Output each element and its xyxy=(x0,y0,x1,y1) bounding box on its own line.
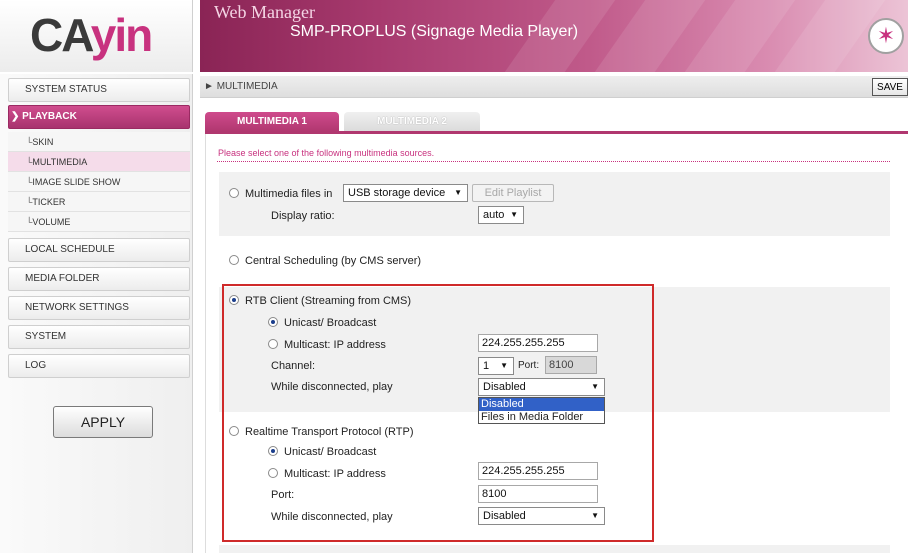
breadcrumb: ► MULTIMEDIA xyxy=(204,81,278,92)
radio-central-scheduling[interactable] xyxy=(229,255,239,265)
nav-media-folder[interactable]: MEDIA FOLDER xyxy=(8,267,190,291)
subnav-image-slide-show[interactable]: └IMAGE SLIDE SHOW xyxy=(8,172,190,192)
tab-multimedia-2[interactable]: MULTIMEDIA 2 xyxy=(344,112,480,132)
rtb-port-label: Port: xyxy=(518,360,540,371)
radio-rtp-multicast[interactable] xyxy=(268,468,278,478)
radio-rtb-multicast[interactable] xyxy=(268,339,278,349)
radio-rtb-unicast[interactable] xyxy=(268,317,278,327)
dropdown-option-disabled[interactable]: Disabled xyxy=(479,398,604,411)
nav-playback[interactable]: ❯ PLAYBACK xyxy=(8,105,190,129)
instruction-text: Please select one of the following multi… xyxy=(218,148,435,158)
rtb-multicast-option[interactable]: Multicast: IP address xyxy=(268,339,386,351)
nav-local-schedule[interactable]: LOCAL SCHEDULE xyxy=(8,238,190,262)
rtp-disconnected-select[interactable]: Disabled ▼ xyxy=(478,507,605,525)
rtb-ip-field[interactable]: 224.255.255.255 xyxy=(478,334,598,352)
nav-system[interactable]: SYSTEM xyxy=(8,325,190,349)
rtb-unicast-option[interactable]: Unicast/ Broadcast xyxy=(268,317,376,329)
wizard-wand-icon[interactable]: ✶ xyxy=(868,18,904,54)
rtp-option[interactable]: Realtime Transport Protocol (RTP) xyxy=(229,426,414,438)
radio-rtb-client[interactable] xyxy=(229,295,239,305)
rtb-disconnected-select[interactable]: Disabled ▼ xyxy=(478,378,605,396)
edit-playlist-button[interactable]: Edit Playlist xyxy=(472,184,554,202)
divider xyxy=(217,161,890,162)
rtb-disconnected-dropdown-list: Disabled Files in Media Folder xyxy=(478,397,605,424)
nav-log[interactable]: LOG xyxy=(8,354,190,378)
expand-arrows-icon: ❯ xyxy=(11,111,23,122)
source-select[interactable]: USB storage device ▼ xyxy=(343,184,468,202)
multimedia-files-option[interactable]: Multimedia files in xyxy=(229,188,332,200)
save-button[interactable]: SAVE xyxy=(872,78,908,96)
radio-rtp[interactable] xyxy=(229,426,239,436)
rtb-channel-select[interactable]: 1 ▼ xyxy=(478,357,514,375)
display-ratio-label: Display ratio: xyxy=(271,210,335,222)
radio-rtp-unicast[interactable] xyxy=(268,446,278,456)
apply-button[interactable]: APPLY xyxy=(53,406,153,438)
radio-multimedia-files[interactable] xyxy=(229,188,239,198)
dropdown-option-files-in-media-folder[interactable]: Files in Media Folder xyxy=(479,411,604,424)
tab-multimedia-1[interactable]: MULTIMEDIA 1 xyxy=(205,112,339,132)
product-title: SMP-PROPLUS (Signage Media Player) xyxy=(290,23,579,40)
section-next xyxy=(219,545,890,553)
sidebar: SYSTEM STATUS ❯ PLAYBACK └SKIN └MULTIMED… xyxy=(0,74,193,553)
nav-network-settings[interactable]: NETWORK SETTINGS xyxy=(8,296,190,320)
rtb-disconnected-label: While disconnected, play xyxy=(271,381,393,393)
cayin-logo: CAyin xyxy=(30,9,153,61)
rtp-multicast-option[interactable]: Multicast: IP address xyxy=(268,468,386,480)
breadcrumb-bar: ► MULTIMEDIA SAVE xyxy=(200,76,908,98)
subnav-volume[interactable]: └VOLUME xyxy=(8,212,190,232)
breadcrumb-arrow-icon: ► xyxy=(204,81,217,92)
header-banner: Web Manager SMP-PROPLUS (Signage Media P… xyxy=(200,0,908,72)
chevron-down-icon: ▼ xyxy=(591,382,599,391)
central-scheduling-option[interactable]: Central Scheduling (by CMS server) xyxy=(229,255,421,267)
subnav-ticker[interactable]: └TICKER xyxy=(8,192,190,212)
chevron-down-icon: ▼ xyxy=(510,210,518,219)
rtb-client-option[interactable]: RTB Client (Streaming from CMS) xyxy=(229,295,411,307)
display-ratio-select[interactable]: auto ▼ xyxy=(478,206,524,224)
chevron-down-icon: ▼ xyxy=(500,361,508,370)
chevron-down-icon: ▼ xyxy=(591,511,599,520)
section-multimedia-files xyxy=(219,172,890,236)
rtp-unicast-option[interactable]: Unicast/ Broadcast xyxy=(268,446,376,458)
rtp-port-field[interactable]: 8100 xyxy=(478,485,598,503)
nav-system-status[interactable]: SYSTEM STATUS xyxy=(8,78,190,102)
logo-area: CAyin xyxy=(0,0,193,72)
rtb-port-field: 8100 xyxy=(545,356,597,374)
app-title: Web Manager xyxy=(214,2,316,22)
subnav-skin[interactable]: └SKIN xyxy=(8,132,190,152)
chevron-down-icon: ▼ xyxy=(454,188,462,197)
subnav-multimedia[interactable]: └MULTIMEDIA xyxy=(8,152,190,172)
rtp-ip-field[interactable]: 224.255.255.255 xyxy=(478,462,598,480)
rtb-channel-label: Channel: xyxy=(271,360,316,372)
rtp-disconnected-label: While disconnected, play xyxy=(271,511,393,523)
rtp-port-label: Port: xyxy=(271,489,295,501)
